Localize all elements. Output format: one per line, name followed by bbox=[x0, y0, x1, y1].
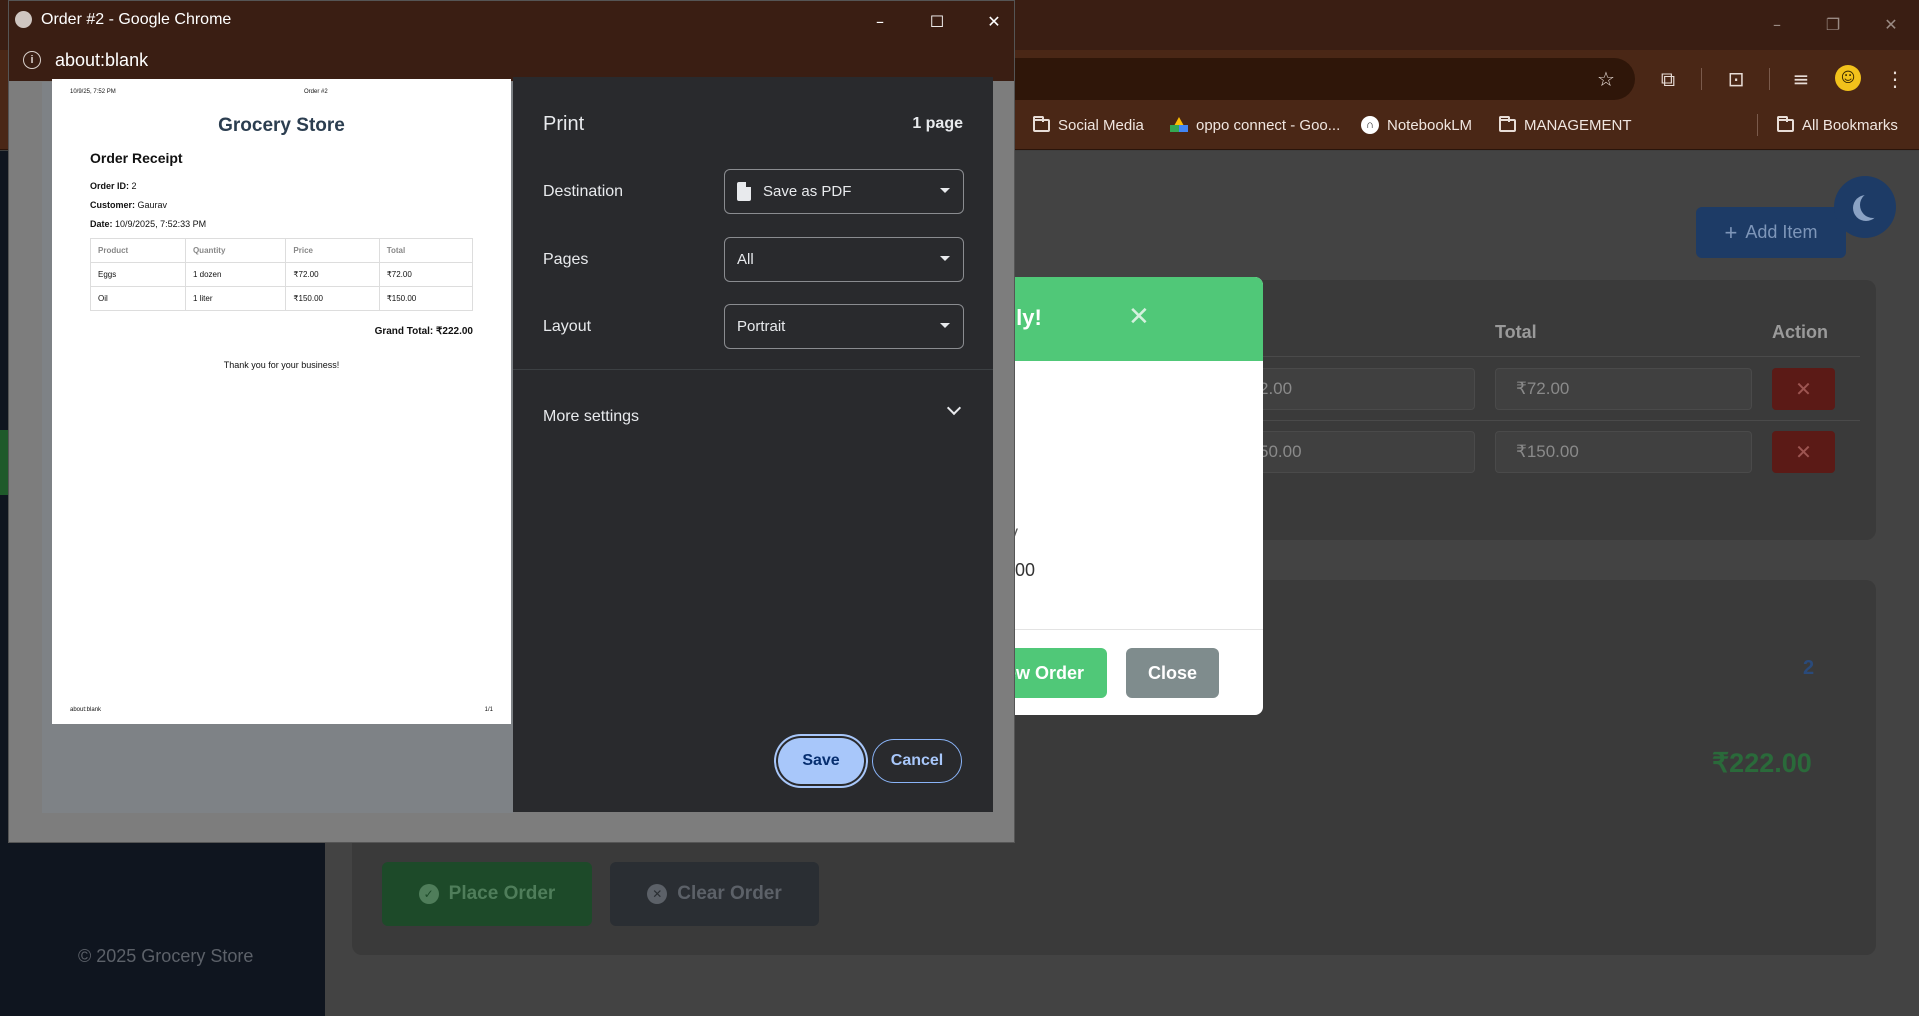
bookmark-notebooklm[interactable]: ∩ NotebookLM bbox=[1361, 112, 1472, 138]
page-count: 1 page bbox=[912, 115, 963, 132]
remove-item-button[interactable]: ✕ bbox=[1772, 431, 1835, 473]
preview-grand-total: Grand Total: ₹222.00 bbox=[374, 326, 473, 337]
destination-label: Destination bbox=[543, 183, 624, 200]
preview-customer: Customer: Gaurav bbox=[90, 200, 168, 210]
pages-select[interactable]: All bbox=[724, 237, 964, 282]
preview-items-table: Product Quantity Price Total Eggs 1 doze… bbox=[90, 238, 474, 311]
dropdown-arrow-icon bbox=[940, 323, 950, 328]
preview-order-id: Order ID: 2 bbox=[90, 181, 137, 191]
close-icon: ✕ bbox=[1795, 377, 1812, 401]
bookmark-management[interactable]: MANAGEMENT bbox=[1499, 112, 1632, 138]
close-icon[interactable]: ✕ bbox=[979, 8, 1009, 34]
preview-store-name: Grocery Store bbox=[218, 115, 345, 136]
total-cell: ₹72.00 bbox=[1495, 368, 1752, 410]
print-title: Print bbox=[543, 113, 585, 135]
bookmark-star-icon[interactable]: ☆ bbox=[1591, 64, 1621, 94]
preview-header-date: 10/9/25, 7:52 PM bbox=[70, 89, 116, 95]
column-header-total: Total bbox=[1495, 322, 1537, 342]
close-icon[interactable]: ✕ bbox=[1876, 10, 1906, 38]
preview-footer-url: about:blank bbox=[70, 707, 102, 713]
footer-copyright: © 2025 Grocery Store bbox=[78, 946, 254, 966]
place-order-button[interactable]: ✓ Place Order bbox=[382, 862, 592, 926]
bookmark-oppo-connect[interactable]: oppo connect - Goo... bbox=[1170, 112, 1340, 138]
popup-address-bar bbox=[9, 40, 1014, 81]
profile-avatar[interactable]: ☺ bbox=[1835, 65, 1861, 91]
pages-label: Pages bbox=[543, 251, 589, 268]
layout-select[interactable]: Portrait bbox=[724, 304, 964, 349]
add-item-button[interactable]: + Add Item bbox=[1696, 207, 1846, 258]
media-controls-icon[interactable]: ≡ bbox=[1786, 64, 1816, 94]
cancel-button[interactable]: Cancel bbox=[872, 739, 962, 783]
layout-label: Layout bbox=[543, 318, 592, 335]
clear-order-button[interactable]: ✕ Clear Order bbox=[610, 862, 819, 926]
site-info-icon[interactable]: i bbox=[23, 51, 41, 69]
destination-select[interactable]: Save as PDF bbox=[724, 169, 964, 214]
google-drive-icon bbox=[1170, 117, 1188, 133]
globe-icon bbox=[15, 11, 32, 28]
preview-thanks: Thank you for your business! bbox=[223, 360, 340, 370]
minimize-icon[interactable]: – bbox=[865, 8, 895, 34]
check-circle-icon: ✓ bbox=[418, 884, 439, 904]
restore-icon[interactable]: ❐ bbox=[1818, 10, 1848, 38]
folder-icon bbox=[1499, 115, 1516, 132]
maximize-icon[interactable]: ☐ bbox=[922, 8, 952, 34]
remove-item-button[interactable]: ✕ bbox=[1772, 368, 1835, 410]
address-bar[interactable] bbox=[960, 58, 1635, 100]
modal-close-icon[interactable]: ✕ bbox=[1128, 302, 1150, 332]
price-cell: 50.00 bbox=[1240, 431, 1475, 473]
menu-kebab-icon[interactable]: ⋮ bbox=[1880, 64, 1910, 94]
all-bookmarks[interactable]: All Bookmarks bbox=[1777, 112, 1898, 138]
notebooklm-icon: ∩ bbox=[1361, 116, 1379, 134]
extensions-icon[interactable]: ⧉ bbox=[1653, 64, 1683, 94]
more-settings-toggle[interactable]: More settings bbox=[543, 408, 963, 432]
moon-icon bbox=[1860, 192, 1886, 218]
folder-icon bbox=[1777, 115, 1794, 132]
dropdown-arrow-icon bbox=[940, 256, 950, 261]
modal-close-button[interactable]: Close bbox=[1126, 648, 1219, 698]
folder-icon bbox=[1033, 115, 1050, 132]
table-row: Oil 1 liter ₹150.00 ₹150.00 bbox=[90, 286, 474, 311]
screenshot-icon[interactable]: ⊡ bbox=[1721, 64, 1751, 94]
grand-total-value: ₹222.00 bbox=[1712, 748, 1812, 778]
popup-url: about:blank bbox=[55, 50, 149, 70]
preview-header-title: Order #2 bbox=[304, 89, 328, 95]
preview-date: Date: 10/9/2025, 7:52:33 PM bbox=[90, 219, 207, 229]
preview-receipt-title: Order Receipt bbox=[90, 150, 183, 166]
bookmark-social-media[interactable]: Social Media bbox=[1033, 112, 1144, 138]
print-settings-panel: Print 1 page Destination Save as PDF Pag… bbox=[513, 77, 993, 812]
save-button[interactable]: Save bbox=[778, 738, 864, 784]
print-popup-window: Order #2 - Google Chrome – ☐ ✕ i about:b… bbox=[8, 0, 1015, 843]
print-preview-page: 10/9/25, 7:52 PM Order #2 Grocery Store … bbox=[52, 79, 511, 724]
dropdown-arrow-icon bbox=[940, 188, 950, 193]
preview-footer-page: 1/1 bbox=[484, 707, 493, 713]
theme-toggle-button[interactable] bbox=[1834, 176, 1896, 238]
minimize-icon[interactable]: – bbox=[1762, 10, 1792, 38]
close-icon: ✕ bbox=[1795, 440, 1812, 464]
plus-icon: + bbox=[1724, 219, 1738, 245]
price-cell: 2.00 bbox=[1240, 368, 1475, 410]
x-circle-icon: ✕ bbox=[647, 884, 668, 904]
document-icon bbox=[737, 182, 751, 201]
column-header-action: Action bbox=[1772, 322, 1828, 342]
popup-window-title: Order #2 - Google Chrome bbox=[41, 11, 232, 28]
table-row: Eggs 1 dozen ₹72.00 ₹72.00 bbox=[90, 262, 474, 287]
total-cell: ₹150.00 bbox=[1495, 431, 1752, 473]
items-count: 2 bbox=[1803, 657, 1815, 679]
